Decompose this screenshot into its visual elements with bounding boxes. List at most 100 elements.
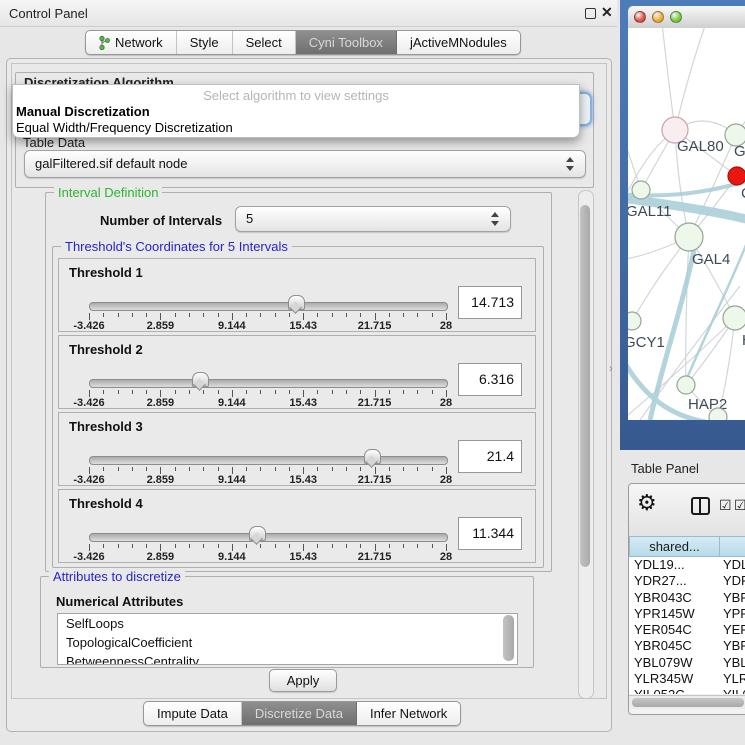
attributes-list-scrollbar[interactable] [503, 615, 514, 661]
threshold-slider-thumb[interactable] [288, 295, 305, 310]
slider-tick [118, 390, 119, 394]
table-cell-shared-name: YBL079W [629, 655, 721, 671]
checkbox-icon[interactable]: ☑ [719, 498, 732, 514]
slider-tick [189, 544, 190, 548]
tab-discretize-data[interactable]: Discretize Data [242, 702, 357, 725]
network-node[interactable] [632, 181, 650, 199]
split-table-icon[interactable] [691, 497, 710, 515]
network-node[interactable] [723, 306, 745, 330]
slider-tick [175, 313, 176, 317]
table-cell-shared-name: YDL19... [629, 557, 721, 573]
content-scrollbar-thumb[interactable] [580, 205, 590, 567]
tab-style[interactable]: Style [177, 31, 233, 54]
mac-minimize-button[interactable] [652, 11, 664, 23]
apply-button[interactable]: Apply [269, 669, 337, 692]
thresholds-container: Threshold 1-3.4262.8599.14415.4321.71528… [58, 258, 536, 566]
tab-infer-network[interactable]: Infer Network [357, 702, 460, 725]
numerical-attributes-list[interactable]: SelfLoopsTopologicalCoefficientBetweenne… [57, 613, 518, 665]
threshold-slider-track[interactable] [89, 302, 448, 311]
splitter-handle[interactable]: › [609, 362, 618, 376]
slider-tick [432, 544, 433, 548]
table-data-combobox-value: galFiltered.sif default node [35, 156, 187, 171]
tab-cyni-toolbox[interactable]: Cyni Toolbox [296, 31, 397, 54]
table-hscrollbar-thumb[interactable] [632, 698, 744, 707]
threshold-slider-track[interactable] [89, 456, 448, 465]
threshold-slider-thumb[interactable] [249, 526, 266, 541]
slider-tick [303, 467, 304, 474]
table-row[interactable]: YLR345WYLR3 [629, 671, 745, 687]
threshold-slider-track[interactable] [89, 379, 448, 388]
table-data-combobox[interactable]: galFiltered.sif default node [24, 150, 586, 178]
tab-select[interactable]: Select [233, 31, 296, 54]
gear-icon[interactable]: ⚙ [637, 491, 657, 516]
slider-tick [160, 390, 161, 397]
network-node[interactable] [728, 167, 745, 185]
slider-tick [146, 544, 147, 548]
slider-tick [360, 390, 361, 394]
column-header-shared[interactable]: shared... [629, 536, 720, 557]
slider-tick [332, 390, 333, 394]
checkbox-icon[interactable]: ☑ [734, 498, 745, 514]
slider-tick [360, 544, 361, 548]
slider-tick [375, 313, 376, 320]
attribute-list-item[interactable]: TopologicalCoefficient [58, 633, 517, 652]
close-window-button[interactable]: ✕ [601, 4, 613, 21]
threshold-slider-track[interactable] [89, 533, 448, 542]
attribute-list-item[interactable]: SelfLoops [58, 614, 517, 633]
algorithm-option-equal-width[interactable]: Equal Width/Frequency Discretization [16, 120, 233, 135]
stepper-arrows-icon [491, 212, 500, 226]
tab-impute-data[interactable]: Impute Data [144, 702, 242, 725]
network-node[interactable] [675, 223, 703, 251]
slider-tick [218, 467, 219, 471]
table-panel: ⚙ ☑ ☑ shared... na YDL19...YDL1YDR27...Y… [628, 483, 745, 715]
network-node[interactable] [709, 408, 727, 420]
table-panel-toolbar: ⚙ ☑ ☑ [629, 484, 745, 537]
slider-tick [417, 390, 418, 394]
mac-close-button[interactable] [634, 11, 646, 23]
network-icon [99, 36, 110, 50]
content-scrollbar-track[interactable] [578, 190, 594, 699]
table-row[interactable]: YPR145WYPR1 [629, 606, 745, 622]
threshold-panel: Threshold 4-3.4262.8599.14415.4321.71528… [58, 489, 536, 563]
table-row[interactable]: YDR27...YDR2 [629, 573, 745, 589]
threshold-slider-thumb[interactable] [192, 372, 209, 387]
slider-tick [432, 390, 433, 394]
table-cell-name: YDR2 [721, 573, 745, 589]
threshold-value-field[interactable]: 14.713 [458, 286, 522, 319]
table-row[interactable]: YBR045CYBR0 [629, 638, 745, 654]
threshold-value-field[interactable]: 6.316 [458, 363, 522, 396]
number-of-intervals-combobox[interactable]: 5 [235, 206, 511, 232]
table-cell-name: YDL1 [721, 557, 745, 573]
slider-tick [118, 544, 119, 548]
threshold-label: Threshold 1 [69, 265, 143, 280]
slider-tick [389, 544, 390, 548]
slider-scale-label: -3.426 [73, 551, 104, 563]
desktop: { "window": { "title": "Control Panel", … [0, 0, 745, 745]
tab-jactivemnodules[interactable]: jActiveMNodules [397, 31, 520, 54]
table-rows[interactable]: YDL19...YDL1YDR27...YDR2YBR043CYBR0YPR14… [629, 557, 745, 694]
table-row[interactable]: YBL079WYBL0 [629, 655, 745, 671]
table-row[interactable]: YIL052CYIL0 [629, 687, 745, 694]
network-node[interactable] [677, 376, 695, 394]
table-row[interactable]: YER054CYER0 [629, 622, 745, 638]
tab-network[interactable]: Network [86, 31, 177, 54]
slider-tick [175, 390, 176, 394]
slider-scale-label: 28 [440, 397, 452, 409]
slider-tick [417, 313, 418, 317]
slider-tick [203, 544, 204, 548]
attribute-list-item[interactable]: BetweennessCentrality [58, 652, 517, 665]
algorithm-option-manual[interactable]: Manual Discretization [16, 104, 150, 119]
table-hscrollbar[interactable] [629, 695, 745, 709]
float-window-button[interactable] [585, 8, 596, 19]
network-node[interactable] [628, 312, 641, 330]
table-row[interactable]: YDL19...YDL1 [629, 557, 745, 573]
network-canvas[interactable]: GAL80GCGAL11GAL4GCY1HHAP2 [628, 28, 745, 420]
mac-zoom-button[interactable] [670, 11, 682, 23]
threshold-value-field[interactable]: 11.344 [458, 517, 522, 550]
column-header-name[interactable]: na [720, 536, 745, 557]
threshold-slider-thumb[interactable] [364, 449, 381, 464]
threshold-value-field[interactable]: 21.4 [458, 440, 522, 473]
slider-scale-label: -3.426 [73, 474, 104, 486]
slider-tick [317, 390, 318, 394]
table-row[interactable]: YBR043CYBR0 [629, 590, 745, 606]
